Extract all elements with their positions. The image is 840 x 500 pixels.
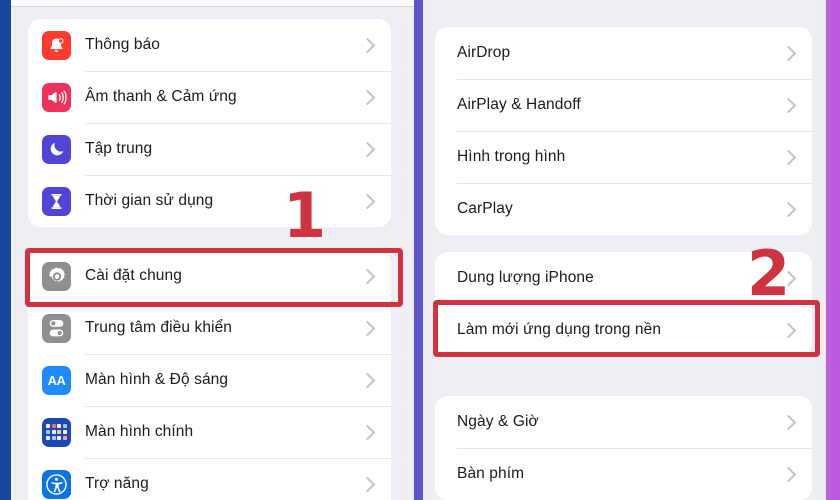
control-center-icon — [42, 313, 71, 343]
row-label: CarPlay — [457, 200, 513, 217]
settings-row-display-brightness[interactable]: AA Màn hình & Độ sáng — [28, 354, 391, 406]
settings-card: Thông báo Âm thanh & Cảm ứng Tập trung Thời… — [28, 19, 391, 227]
row-label: Làm mới ứng dụng trong nền — [457, 321, 662, 338]
chevron-right-icon — [359, 268, 376, 284]
chevron-right-icon — [780, 414, 797, 430]
settings-row-sounds-haptics[interactable]: Âm thanh & Cảm ứng — [28, 71, 391, 123]
row-label: Màn hình & Độ sáng — [85, 371, 229, 388]
chevron-right-icon — [359, 372, 376, 388]
row-label: Dung lượng iPhone — [457, 269, 594, 286]
settings-card: Dung lượng iPhone Làm mới ứng dụng trong … — [435, 252, 812, 356]
row-label: Bàn phím — [457, 465, 525, 482]
settings-row-background-app-refresh[interactable]: Làm mới ứng dụng trong nền — [435, 304, 812, 356]
chevron-right-icon — [359, 476, 376, 492]
settings-row-date-time[interactable]: Ngày & Giờ — [435, 396, 812, 448]
sounds-haptics-icon — [42, 82, 71, 112]
settings-row-home-screen[interactable]: Màn hình chính — [28, 406, 391, 458]
settings-row-airdrop[interactable]: AirDrop — [435, 27, 812, 79]
row-label: Cài đặt chung — [85, 267, 182, 284]
row-label: Tập trung — [85, 140, 153, 157]
row-label: Trợ năng — [85, 475, 149, 492]
right-screenshot-panel: AirDrop AirPlay & Handoff Hình trong hình C… — [414, 0, 840, 500]
settings-card: Cài đặt chung Trung tâm điều khiển AA Màn h… — [28, 250, 391, 500]
panel-divider — [414, 0, 423, 500]
settings-row-carplay[interactable]: CarPlay — [435, 183, 812, 235]
settings-row-picture-in-picture[interactable]: Hình trong hình — [435, 131, 812, 183]
screen-time-hourglass-icon — [42, 186, 71, 216]
row-label: Ngày & Giờ — [457, 413, 539, 430]
right-device-edge — [826, 0, 840, 500]
focus-moon-icon — [42, 134, 71, 164]
screenshot-root: Thông báo Âm thanh & Cảm ứng Tập trung Thời… — [0, 0, 840, 500]
left-panel-top-hairline — [11, 0, 414, 7]
accessibility-icon — [42, 469, 71, 499]
row-label: Thời gian sử dụng — [85, 192, 214, 209]
settings-row-screen-time[interactable]: Thời gian sử dụng — [28, 175, 391, 227]
chevron-right-icon — [780, 97, 797, 113]
notifications-icon — [42, 30, 71, 60]
chevron-right-icon — [359, 320, 376, 336]
settings-card: AirDrop AirPlay & Handoff Hình trong hình C… — [435, 27, 812, 235]
row-label: Màn hình chính — [85, 423, 194, 440]
row-label: Trung tâm điều khiển — [85, 319, 233, 336]
row-label: Thông báo — [85, 36, 161, 53]
home-screen-grid-icon — [42, 417, 71, 447]
row-label: AirDrop — [457, 44, 511, 61]
chevron-right-icon — [780, 45, 797, 61]
settings-row-keyboard[interactable]: Bàn phím — [435, 448, 812, 500]
display-brightness-aa-icon: AA — [42, 365, 71, 395]
settings-row-accessibility[interactable]: Trợ năng — [28, 458, 391, 500]
chevron-right-icon — [359, 37, 376, 53]
chevron-right-icon — [780, 149, 797, 165]
row-label: Âm thanh & Cảm ứng — [85, 88, 237, 105]
left-device-edge — [0, 0, 11, 500]
general-gear-icon — [42, 261, 71, 291]
left-screenshot-panel: Thông báo Âm thanh & Cảm ứng Tập trung Thời… — [0, 0, 414, 500]
chevron-right-icon — [780, 201, 797, 217]
chevron-right-icon — [780, 270, 797, 286]
chevron-right-icon — [780, 466, 797, 482]
row-label: AirPlay & Handoff — [457, 96, 581, 113]
settings-row-control-center[interactable]: Trung tâm điều khiển — [28, 302, 391, 354]
chevron-right-icon — [359, 141, 376, 157]
settings-row-notifications[interactable]: Thông báo — [28, 19, 391, 71]
row-label: Hình trong hình — [457, 148, 566, 165]
chevron-right-icon — [780, 322, 797, 338]
chevron-right-icon — [359, 89, 376, 105]
chevron-right-icon — [359, 424, 376, 440]
settings-row-airplay-handoff[interactable]: AirPlay & Handoff — [435, 79, 812, 131]
settings-row-focus[interactable]: Tập trung — [28, 123, 391, 175]
chevron-right-icon — [359, 193, 376, 209]
settings-card: Ngày & Giờ Bàn phím — [435, 396, 812, 500]
settings-row-iphone-storage[interactable]: Dung lượng iPhone — [435, 252, 812, 304]
settings-row-general[interactable]: Cài đặt chung — [28, 250, 391, 302]
